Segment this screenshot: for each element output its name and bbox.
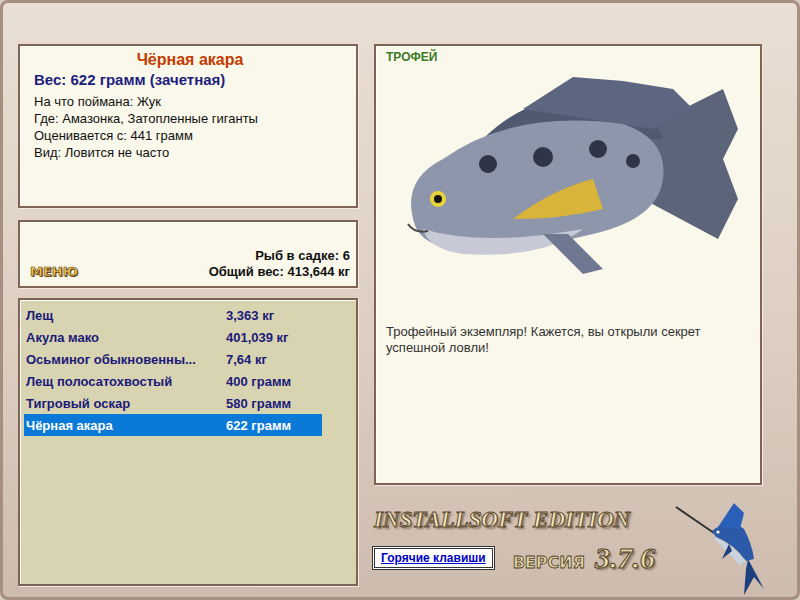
catch-weight: 622 грамм [226, 418, 322, 433]
catch-weight: 401,039 кг [226, 330, 322, 345]
fish-title: Чёрная акара [34, 50, 346, 70]
keepnet-panel: МЕНЮ Рыб в садке: 6Общий вес: 413,644 кг [18, 220, 358, 288]
fish-info-panel: Чёрная акараВес: 622 грамм (зачетная) На … [18, 44, 358, 208]
fish-picture [386, 64, 750, 304]
catch-row[interactable]: Лещ3,363 кг [24, 304, 322, 326]
catch-weight: 3,363 кг [226, 308, 322, 323]
catch-list: Лещ3,363 кгАкула мако401,039 кгОсьминог … [18, 298, 358, 586]
footer: INSTALLSOFT EDITION Горячие клавиши ВЕРСИЯ… [374, 485, 762, 599]
fish-detail: Оценивается с: 441 грамм [34, 127, 346, 144]
trophy-panel: ТРОФЕЙ Трофейный экземпляр! Кажется, вы о… [374, 44, 762, 485]
catch-name: Тигровый оскар [26, 396, 226, 411]
fish-detail: Вид: Ловится не часто [34, 144, 346, 161]
trophy-message: Трофейный экземпляр! Кажется, вы открыли… [386, 324, 750, 356]
fish-detail: Где: Амазонка, Затопленные гиганты [34, 110, 346, 127]
version-label: ВЕРСИЯ [513, 553, 585, 572]
catch-weight: 7,64 кг [226, 352, 322, 367]
catch-row[interactable]: Акула мако401,039 кг [24, 326, 322, 348]
catch-row[interactable]: Чёрная акара622 грамм [24, 414, 322, 436]
fish-count: Рыб в садке: 6 [209, 248, 350, 264]
version-row: Горячие клавиши ВЕРСИЯ 3.7.6 [374, 541, 655, 575]
left-column: Чёрная акараВес: 622 грамм (зачетная)На … [18, 44, 358, 599]
version: ВЕРСИЯ 3.7.6 [513, 541, 655, 575]
trophy-badge: ТРОФЕЙ [386, 50, 750, 64]
right-column: ТРОФЕЙ Трофейный экземпляр! Кажется, вы о… [374, 44, 762, 599]
edition-logo: INSTALLSOFT EDITION [374, 505, 655, 535]
catch-name: Акула мако [26, 330, 226, 345]
marlin-icon [674, 499, 774, 599]
catch-row[interactable]: Тигровый оскар580 грамм [24, 392, 322, 414]
fish-detail: На что поймана: Жук [34, 93, 346, 110]
fish-image [393, 69, 743, 299]
hotkeys-button[interactable]: Горячие клавиши [374, 548, 493, 568]
fish-weight: Вес: 622 грамм (зачетная) [34, 70, 346, 89]
menu-button[interactable]: МЕНЮ [30, 264, 78, 279]
catch-weight: 400 грамм [226, 374, 322, 389]
catch-weight: 580 грамм [226, 396, 322, 411]
catch-name: Лещ [26, 308, 226, 323]
catch-name: Чёрная акара [26, 418, 226, 433]
catch-name: Осьминог обыкновенны... [26, 352, 226, 367]
catch-row[interactable]: Лещ полосатохвостый400 грамм [24, 370, 322, 392]
keepnet-stats: Рыб в садке: 6Общий вес: 413,644 кг [209, 248, 350, 280]
version-number: 3.7.6 [595, 541, 655, 575]
game-screen: Чёрная акараВес: 622 грамм (зачетная)На … [0, 0, 800, 600]
total-weight: Общий вес: 413,644 кг [209, 264, 350, 280]
catch-row[interactable]: Осьминог обыкновенны...7,64 кг [24, 348, 322, 370]
catch-name: Лещ полосатохвостый [26, 374, 226, 389]
brand-block: INSTALLSOFT EDITION Горячие клавиши ВЕРСИЯ… [374, 505, 655, 575]
